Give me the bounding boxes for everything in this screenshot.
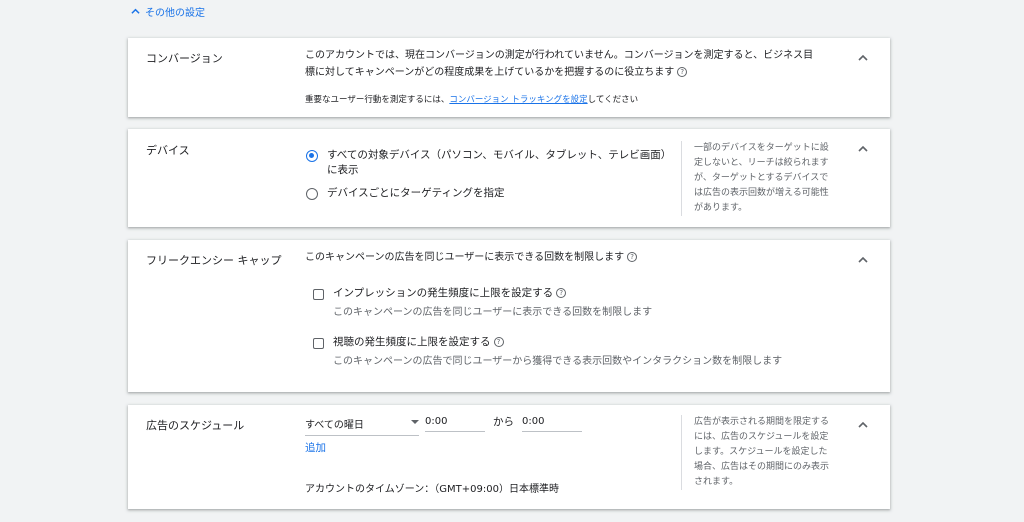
help-icon[interactable]: ? — [493, 337, 504, 347]
help-icon[interactable]: ? — [677, 67, 688, 77]
device-help-line: 定しないと、リーチは絞られます — [694, 158, 829, 168]
collapse-chevron-icon[interactable] — [858, 255, 868, 265]
device-help-line: 一部のデバイスをターゲットに設 — [694, 143, 829, 153]
view-cap-sub: このキャンペーンの広告で同じユーザーから獲得できる表示回数やインタラクション数を… — [333, 356, 783, 367]
end-time-input[interactable]: 0:00 — [522, 416, 582, 432]
ad-schedule-title: 広告のスケジュール — [146, 419, 245, 432]
all-devices-label[interactable]: すべての対象デバイス（パソコン、モバイル、タブレット、テレビ画面） に表示 — [327, 148, 671, 178]
per-device-label[interactable]: デバイスごとにターゲティングを指定 — [327, 186, 505, 201]
device-card: デバイス すべての対象デバイス（パソコン、モバイル、タブレット、テレビ画面） に… — [128, 129, 890, 227]
conversion-card: コンバージョン このアカウントでは、現在コンバージョンの測定が行われていません。… — [128, 38, 890, 117]
ad-schedule-card: 広告のスケジュール すべての曜日 0:00 から 0:00 追加 アカウントのタ… — [128, 405, 890, 509]
conversion-desc-line2-wrap: 標に対してキャンペーンがどの程度成果を上げているかを把握するのに役立ちます? — [305, 64, 845, 81]
dropdown-arrow-icon — [411, 420, 419, 424]
schedule-help-line: 場合、広告はその期間にのみ表示 — [694, 462, 830, 472]
conversion-title: コンバージョン — [146, 52, 223, 65]
all-devices-radio[interactable] — [306, 150, 318, 162]
conversion-desc-line2: 標に対してキャンペーンがどの程度成果を上げているかを把握するのに役立ちます — [305, 67, 675, 78]
device-help-text: 一部のデバイスをターゲットに設 定しないと、リーチは絞られます が、ターゲットと… — [681, 141, 842, 216]
conversion-note-suffix: してください — [587, 95, 639, 105]
schedule-help-line: されます。 — [694, 477, 739, 487]
conversion-tracking-link[interactable]: コンバージョン トラッキングを設定 — [449, 95, 587, 105]
from-label: から — [493, 416, 514, 428]
chevron-up-icon — [131, 8, 140, 14]
all-devices-label-line1: すべての対象デバイス（パソコン、モバイル、タブレット、テレビ画面） — [327, 149, 672, 161]
collapse-chevron-icon[interactable] — [858, 53, 868, 63]
device-title: デバイス — [146, 144, 190, 157]
day-select-value: すべての曜日 — [305, 420, 364, 431]
device-help-line: があります。 — [694, 203, 748, 213]
schedule-help-line: します。スケジュールを設定した — [694, 447, 828, 457]
impression-cap-label[interactable]: インプレッションの発生頻度に上限を設定する? — [333, 286, 567, 301]
help-icon[interactable]: ? — [556, 288, 567, 298]
schedule-help-text: 広告が表示される期間を限定する には、広告のスケジュールを設定 します。スケジュ… — [681, 415, 842, 490]
frequency-cap-description: このキャンペーンの広告を同じユーザーに表示できる回数を制限します? — [305, 249, 638, 266]
impression-cap-sub: このキャンペーンの広告を同じユーザーに表示できる回数を制限します — [333, 307, 653, 318]
conversion-description: このアカウントでは、現在コンバージョンの測定が行われていません。コンバージョンを… — [305, 47, 845, 81]
conversion-desc-line1: このアカウントでは、現在コンバージョンの測定が行われていません。コンバージョンを… — [305, 50, 814, 61]
impression-cap-checkbox[interactable] — [313, 289, 324, 300]
frequency-cap-desc-text: このキャンペーンの広告を同じユーザーに表示できる回数を制限します — [305, 252, 625, 263]
conversion-note: 重要なユーザー行動を測定するには、コンバージョン トラッキングを設定してください — [305, 93, 638, 105]
view-cap-label-text: 視聴の発生頻度に上限を設定する — [333, 336, 491, 348]
other-settings-toggle[interactable]: その他の設定 — [131, 4, 205, 19]
other-settings-label: その他の設定 — [145, 8, 205, 19]
schedule-help-line: 広告が表示される期間を限定する — [694, 417, 830, 427]
day-select[interactable]: すべての曜日 — [305, 416, 419, 436]
conversion-note-prefix: 重要なユーザー行動を測定するには、 — [305, 95, 450, 105]
frequency-cap-title: フリークエンシー キャップ — [146, 254, 282, 267]
collapse-chevron-icon[interactable] — [858, 420, 868, 430]
device-help-line: は広告の表示回数が増える可能性 — [694, 188, 829, 198]
view-cap-label[interactable]: 視聴の発生頻度に上限を設定する? — [333, 335, 504, 350]
collapse-chevron-icon[interactable] — [858, 144, 868, 154]
start-time-input[interactable]: 0:00 — [425, 416, 485, 432]
frequency-cap-card: フリークエンシー キャップ このキャンペーンの広告を同じユーザーに表示できる回数… — [128, 240, 890, 392]
device-help-line: が、ターゲットとするデバイスで — [694, 173, 829, 183]
add-schedule-link[interactable]: 追加 — [305, 441, 326, 456]
view-cap-checkbox[interactable] — [313, 338, 324, 349]
all-devices-label-line2: に表示 — [327, 164, 359, 176]
account-timezone: アカウントのタイムゾーン：（GMT+09:00）日本標準時 — [305, 484, 559, 495]
help-icon[interactable]: ? — [627, 252, 638, 262]
per-device-radio[interactable] — [306, 188, 318, 200]
impression-cap-label-text: インプレッションの発生頻度に上限を設定する — [333, 287, 554, 299]
schedule-help-line: には、広告のスケジュールを設定 — [694, 432, 829, 442]
